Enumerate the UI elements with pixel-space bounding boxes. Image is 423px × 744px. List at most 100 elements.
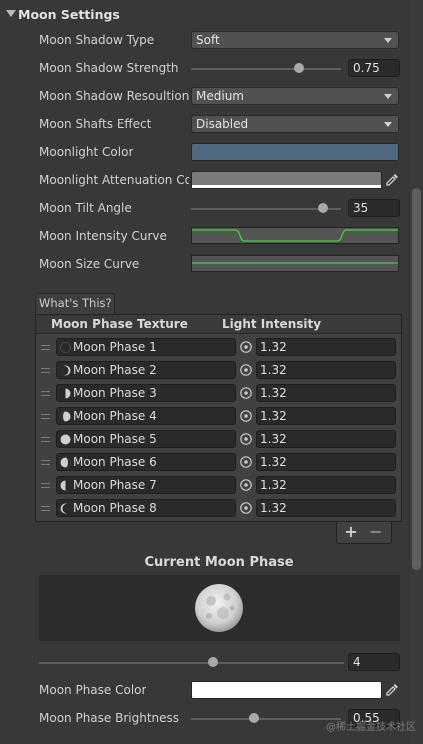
moon-phase-thumbnail-icon <box>60 457 71 468</box>
object-picker-icon[interactable] <box>239 409 253 423</box>
attenuation-color-label: Moonlight Attenuation Color <box>39 173 189 187</box>
size-curve-field[interactable] <box>191 255 399 272</box>
phase-texture-name: Moon Phase 3 <box>73 386 157 400</box>
phase-texture-field[interactable]: Moon Phase 3 <box>56 384 236 402</box>
dropdown-arrow-icon <box>384 122 392 127</box>
phase-color-swatch[interactable] <box>191 681 382 699</box>
tilt-angle-field[interactable]: 35 <box>348 199 400 217</box>
moon-phase-thumbnail-icon <box>60 411 71 422</box>
object-picker-icon[interactable] <box>239 386 253 400</box>
current-phase-thumb[interactable] <box>208 657 218 667</box>
intensity-curve-line <box>192 229 398 242</box>
column-header-intensity: Light Intensity <box>222 317 322 331</box>
object-picker-icon[interactable] <box>239 340 253 354</box>
light-intensity-field[interactable]: 1.32 <box>256 430 396 448</box>
drag-handle[interactable] <box>41 391 50 396</box>
light-intensity-field[interactable]: 1.32 <box>256 499 396 517</box>
moon-phase-thumbnail-icon <box>60 342 71 353</box>
moon-phase-thumbnail-icon <box>60 388 71 399</box>
tilt-angle-label: Moon Tilt Angle <box>39 201 132 215</box>
size-curve-line <box>192 262 398 264</box>
shadow-strength-label: Moon Shadow Strength <box>39 61 179 75</box>
shafts-effect-dropdown[interactable]: Disabled <box>191 115 399 133</box>
phase-color-label: Moon Phase Color <box>39 683 147 697</box>
drag-handle[interactable] <box>41 368 50 373</box>
moon-settings-foldout[interactable]: Moon Settings <box>0 0 410 30</box>
light-intensity-field[interactable]: 1.32 <box>256 407 396 425</box>
light-intensity-field[interactable]: 1.32 <box>256 338 396 356</box>
drag-handle[interactable] <box>41 414 50 419</box>
current-phase-field[interactable]: 4 <box>348 653 400 671</box>
light-intensity-field[interactable]: 1.32 <box>256 453 396 471</box>
drag-handle[interactable] <box>41 345 50 350</box>
phase-texture-name: Moon Phase 6 <box>73 455 157 469</box>
phase-texture-field[interactable]: Moon Phase 4 <box>56 407 236 425</box>
shafts-effect-label: Moon Shafts Effect <box>39 117 152 131</box>
phase-texture-field[interactable]: Moon Phase 7 <box>56 476 236 494</box>
current-phase-title: Current Moon Phase <box>144 555 294 570</box>
attenuation-color-swatch[interactable] <box>191 171 382 189</box>
dropdown-arrow-icon <box>384 94 392 99</box>
phase-texture-name: Moon Phase 8 <box>73 501 157 515</box>
shafts-effect-value: Disabled <box>196 117 249 131</box>
tilt-angle-thumb[interactable] <box>318 203 328 213</box>
shadow-resolution-label: Moon Shadow Resoultion <box>39 89 190 103</box>
phase-texture-field[interactable]: Moon Phase 6 <box>56 453 236 471</box>
scrollbar-thumb[interactable] <box>412 188 421 570</box>
dropdown-arrow-icon <box>384 38 392 43</box>
watermark: @稀土掘金技术社区 <box>326 722 416 733</box>
phase-texture-field[interactable]: Moon Phase 1 <box>56 338 236 356</box>
moon-phase-thumbnail-icon <box>60 503 71 514</box>
column-header-texture: Moon Phase Texture <box>51 317 188 331</box>
size-curve-label: Moon Size Curve <box>39 257 140 271</box>
moon-phase-thumbnail-icon <box>60 480 71 491</box>
light-intensity-field[interactable]: 1.32 <box>256 361 396 379</box>
phase-texture-name: Moon Phase 2 <box>73 363 157 377</box>
light-intensity-field[interactable]: 1.32 <box>256 476 396 494</box>
foldout-arrow-icon[interactable] <box>6 10 16 17</box>
add-phase-button[interactable]: + <box>343 522 359 542</box>
object-picker-icon[interactable] <box>239 478 253 492</box>
phase-texture-field[interactable]: Moon Phase 5 <box>56 430 236 448</box>
phase-texture-field[interactable]: Moon Phase 8 <box>56 499 236 517</box>
phase-texture-field[interactable]: Moon Phase 2 <box>56 361 236 379</box>
alpha-bar <box>192 185 381 188</box>
full-moon-image <box>195 584 243 632</box>
shadow-resolution-value: Medium <box>196 89 244 103</box>
shadow-resolution-dropdown[interactable]: Medium <box>191 87 399 105</box>
shadow-strength-field[interactable]: 0.75 <box>348 59 400 77</box>
object-picker-icon[interactable] <box>239 455 253 469</box>
drag-handle[interactable] <box>41 483 50 488</box>
section-title: Moon Settings <box>18 7 120 22</box>
light-intensity-field[interactable]: 1.32 <box>256 384 396 402</box>
moonlight-color-label: Moonlight Color <box>39 145 134 159</box>
moon-phase-thumbnail-icon <box>60 434 71 445</box>
moon-phase-thumbnail-icon <box>60 365 71 376</box>
phase-texture-name: Moon Phase 7 <box>73 478 157 492</box>
shadow-strength-thumb[interactable] <box>294 63 304 73</box>
shadow-type-dropdown[interactable]: Soft <box>191 31 399 49</box>
phase-texture-name: Moon Phase 5 <box>73 432 157 446</box>
moonlight-color-swatch[interactable] <box>191 143 399 161</box>
eyedropper-icon[interactable] <box>384 172 400 188</box>
object-picker-icon[interactable] <box>239 363 253 377</box>
intensity-curve-field[interactable] <box>191 227 399 244</box>
object-picker-icon[interactable] <box>239 501 253 515</box>
drag-handle[interactable] <box>41 437 50 442</box>
shadow-type-label: Moon Shadow Type <box>39 33 155 47</box>
shadow-type-value: Soft <box>196 33 220 47</box>
eyedropper-icon[interactable] <box>384 682 400 698</box>
remove-phase-button[interactable]: − <box>368 522 384 542</box>
moon-preview <box>39 575 400 641</box>
shadow-strength-slider[interactable] <box>191 68 341 70</box>
object-picker-icon[interactable] <box>239 432 253 446</box>
phase-texture-name: Moon Phase 1 <box>73 340 157 354</box>
phase-brightness-slider[interactable] <box>191 718 341 720</box>
drag-handle[interactable] <box>41 460 50 465</box>
phase-texture-name: Moon Phase 4 <box>73 409 157 423</box>
phase-brightness-thumb[interactable] <box>249 713 259 723</box>
current-phase-slider[interactable] <box>39 662 344 664</box>
whats-this-tab[interactable]: What's This? <box>35 293 115 314</box>
intensity-curve-label: Moon Intensity Curve <box>39 229 167 243</box>
drag-handle[interactable] <box>41 506 50 511</box>
